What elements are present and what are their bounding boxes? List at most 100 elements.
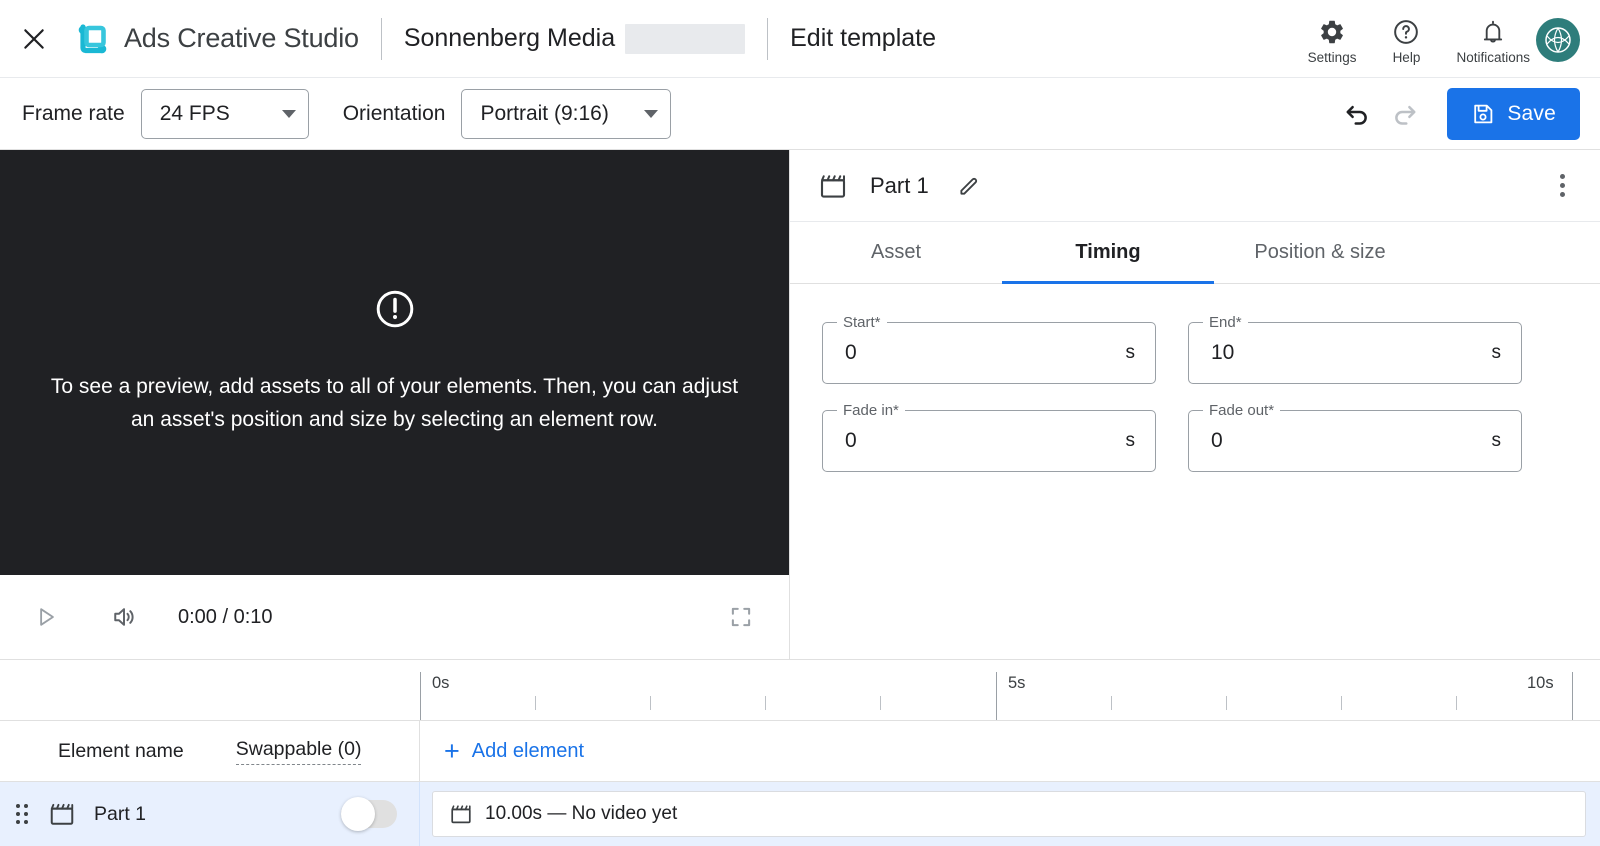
rename-part-button[interactable] bbox=[945, 162, 993, 210]
timing-form: Start* 0 s End* 10 s Fade in* 0 s Fade o… bbox=[790, 284, 1600, 659]
preview-message: To see a preview, add assets to all of y… bbox=[50, 375, 739, 431]
save-disk-icon bbox=[1474, 104, 1493, 123]
kebab-dot bbox=[1559, 183, 1565, 188]
ruler-tick-minor bbox=[650, 696, 651, 710]
redo-icon bbox=[1395, 105, 1416, 125]
bell-icon bbox=[1484, 20, 1503, 43]
undo-button[interactable] bbox=[1333, 90, 1381, 138]
ruler-tick-0s bbox=[420, 672, 421, 720]
drag-handle-icon[interactable] bbox=[14, 802, 30, 826]
timeline-row-info: Part 1 bbox=[0, 782, 420, 846]
avatar-logo-icon bbox=[1545, 26, 1571, 53]
notifications-button[interactable]: Notifications bbox=[1456, 18, 1530, 65]
play-button[interactable] bbox=[22, 593, 70, 641]
ads-creative-studio-logo bbox=[72, 19, 112, 59]
help-button[interactable]: Help bbox=[1382, 18, 1430, 65]
preview-warning bbox=[374, 288, 416, 335]
header-divider-2 bbox=[767, 17, 769, 60]
fade-out-field-value: 0 bbox=[1211, 429, 1223, 452]
end-field-value: 10 bbox=[1211, 341, 1235, 364]
tab-asset-label: Asset bbox=[870, 241, 922, 263]
ruler-tick-minor bbox=[535, 696, 536, 710]
orientation-select[interactable]: Portrait (9:16) bbox=[461, 88, 672, 139]
column-swappable[interactable]: Swappable (0) bbox=[235, 738, 362, 765]
tab-timing[interactable]: Timing bbox=[1002, 222, 1214, 284]
ruler-tick-minor bbox=[1456, 696, 1457, 710]
timeline-row-name: Part 1 bbox=[94, 802, 147, 825]
fade-out-field-unit: s bbox=[1491, 430, 1502, 451]
ruler-label-5s: 5s bbox=[1008, 674, 1026, 692]
clapperboard-icon bbox=[50, 803, 74, 825]
help-circle-icon bbox=[1394, 20, 1419, 44]
ruler-tick-minor bbox=[1111, 696, 1112, 710]
exclamation-circle-icon bbox=[376, 291, 413, 328]
fade-in-field[interactable]: Fade in* 0 s bbox=[822, 401, 1156, 472]
end-field-unit: s bbox=[1491, 342, 1502, 363]
player-time: 0:00 / 0:10 bbox=[178, 605, 273, 628]
add-element-label: Add element bbox=[471, 739, 585, 762]
frame-rate-select[interactable]: 24 FPS bbox=[140, 88, 309, 139]
app-header: Ads Creative Studio Sonnenberg Media Edi… bbox=[0, 0, 1600, 78]
start-field-value: 0 bbox=[845, 341, 857, 364]
timeline-clip[interactable]: 10.00s — No video yet bbox=[432, 791, 1586, 837]
ruler-track: 0s 5s 10s bbox=[420, 660, 1600, 720]
table-row[interactable]: Part 1 10.00s — No video yet bbox=[0, 782, 1600, 846]
fade-in-field-value: 0 bbox=[845, 429, 857, 452]
ads-creative-studio-app: Ads Creative Studio Sonnenberg Media Edi… bbox=[0, 0, 1600, 846]
timeline-track: 10.00s — No video yet bbox=[420, 782, 1600, 846]
timeline-header-columns: Element name Swappable (0) bbox=[0, 721, 420, 781]
tab-position-size[interactable]: Position & size bbox=[1214, 222, 1426, 283]
drag-dot bbox=[24, 812, 28, 816]
fade-in-field-unit: s bbox=[1125, 430, 1136, 451]
notifications-label: Notifications bbox=[1456, 50, 1530, 65]
fullscreen-icon bbox=[731, 607, 751, 627]
timeline-clip-label: 10.00s — No video yet bbox=[485, 803, 678, 824]
drag-dot bbox=[16, 820, 20, 824]
header-divider-1 bbox=[380, 17, 382, 60]
panel-more-button[interactable] bbox=[1542, 166, 1582, 206]
ruler-label-0s: 0s bbox=[432, 674, 450, 692]
chevron-down-icon bbox=[644, 109, 659, 118]
timing-field-grid: Start* 0 s End* 10 s Fade in* 0 s Fade o… bbox=[822, 313, 1522, 472]
video-preview: To see a preview, add assets to all of y… bbox=[0, 150, 789, 575]
save-button[interactable]: Save bbox=[1447, 87, 1580, 140]
volume-button[interactable] bbox=[100, 593, 148, 641]
properties-panel: Part 1 Asset Timing Position & size Star… bbox=[790, 150, 1600, 659]
end-field[interactable]: End* 10 s bbox=[1188, 313, 1522, 384]
editor-toolbar: Frame rate 24 FPS Orientation Portrait (… bbox=[0, 78, 1600, 150]
redo-button[interactable] bbox=[1381, 90, 1429, 138]
close-icon bbox=[24, 28, 44, 49]
start-field-label: Start* bbox=[837, 313, 887, 333]
close-button[interactable] bbox=[14, 19, 54, 59]
header-actions: Settings Help Notifications bbox=[1308, 12, 1530, 65]
tab-asset[interactable]: Asset bbox=[790, 222, 1002, 283]
timeline-header-row: Element name Swappable (0) + Add element bbox=[0, 720, 1600, 782]
page-title: Edit template bbox=[790, 24, 937, 52]
brand-title: Ads Creative Studio bbox=[124, 23, 359, 53]
ruler-tick-10s bbox=[1572, 672, 1573, 720]
account-name: Sonnenberg Media bbox=[403, 24, 616, 52]
start-field[interactable]: Start* 0 s bbox=[822, 313, 1156, 384]
swappable-toggle[interactable] bbox=[341, 797, 397, 831]
fullscreen-button[interactable] bbox=[717, 593, 765, 641]
plus-icon: + bbox=[444, 735, 460, 766]
avatar[interactable] bbox=[1536, 17, 1580, 62]
panel-title: Part 1 bbox=[870, 172, 929, 198]
fade-out-field[interactable]: Fade out* 0 s bbox=[1188, 401, 1522, 472]
settings-button[interactable]: Settings bbox=[1308, 18, 1356, 65]
pencil-icon bbox=[960, 177, 977, 195]
player-controls: 0:00 / 0:10 bbox=[0, 575, 789, 659]
undo-icon bbox=[1346, 105, 1368, 125]
ruler-tick-minor bbox=[880, 696, 881, 710]
play-icon bbox=[40, 608, 54, 626]
tab-timing-label: Timing bbox=[1075, 241, 1141, 263]
add-element-button[interactable]: + Add element bbox=[444, 735, 585, 766]
timeline-ruler[interactable]: 0s 5s 10s bbox=[0, 660, 1600, 720]
save-label: Save bbox=[1507, 101, 1556, 125]
orientation-label: Orientation bbox=[342, 101, 446, 125]
ruler-tick-minor bbox=[1226, 696, 1227, 710]
kebab-dot bbox=[1559, 174, 1565, 179]
ruler-tick-5s bbox=[996, 672, 997, 720]
help-label: Help bbox=[1392, 50, 1421, 65]
orientation-value: Portrait (9:16) bbox=[480, 101, 609, 125]
